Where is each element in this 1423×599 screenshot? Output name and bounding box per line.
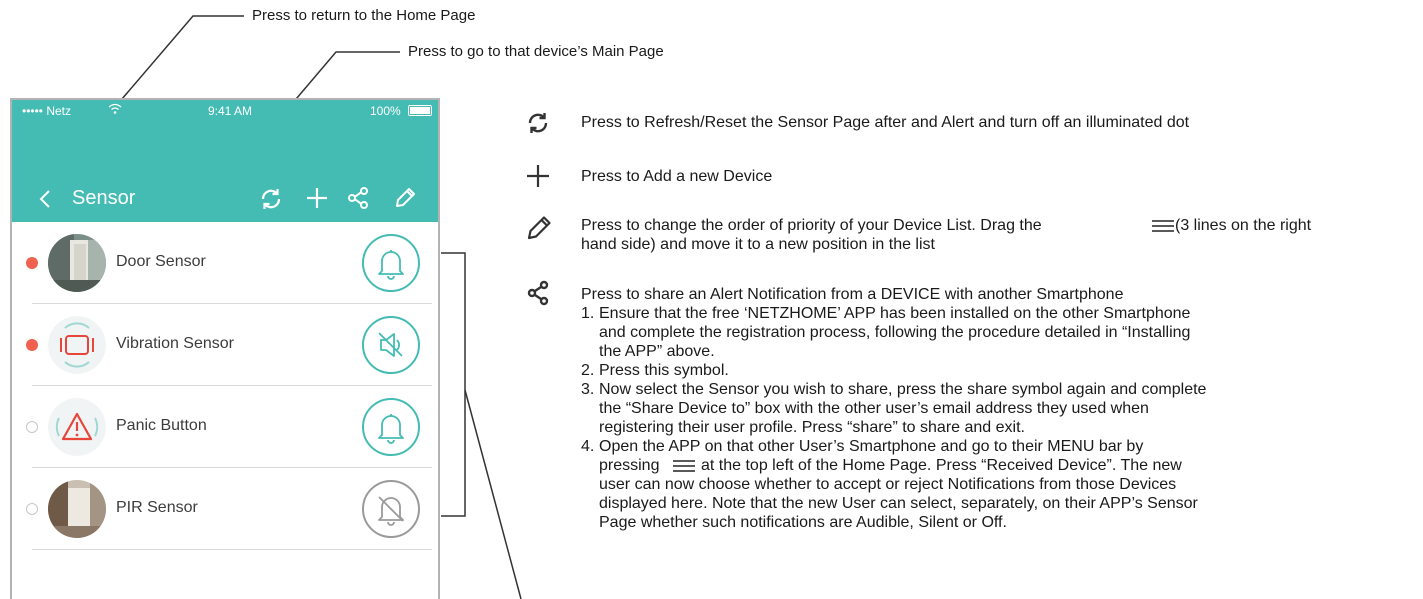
notification-toggle-button[interactable] [362,234,420,292]
step-number: 3. [581,381,595,398]
step-line: and complete the registration process, f… [599,324,1191,341]
legend-edit-text-b: (3 lines on the right [1175,217,1312,234]
back-chevron-icon[interactable] [38,189,52,209]
step-line: Open the APP on that other User’s Smartp… [599,438,1144,455]
speaker-mute-icon [378,332,403,357]
drag-handle-icon [1152,220,1174,232]
share-step-2: 2. Press this symbol. [581,361,1401,380]
vibration-icon [48,316,106,374]
menu-icon [673,460,695,472]
step-line: Page whether such notifications are Audi… [599,514,1007,531]
device-name: Panic Button [116,417,207,434]
door-photo [48,234,106,292]
device-row-door-sensor[interactable]: Door Sensor [12,222,438,304]
alert-dot-active [26,257,38,269]
app-header: ••••• Netz 9:41 AM 100% Sensor [12,100,438,222]
step-line: pressing [599,457,660,474]
share-icon[interactable] [346,186,370,210]
notification-toggle-button[interactable] [362,480,420,538]
bell-off-icon [378,496,404,526]
legend-edit-text-a: Press to change the order of priority of… [581,217,1042,234]
status-battery-text: 100% [370,104,401,118]
legend-refresh-text: Press to Refresh/Reset the Sensor Page a… [581,114,1190,131]
callout-home-page: Press to return to the Home Page [252,7,476,24]
device-row-vibration-sensor[interactable]: Vibration Sensor [12,304,438,386]
edit-pencil-icon [527,216,551,240]
step-line: Ensure that the free ‘NETZHOME’ APP has … [599,305,1191,322]
step-line: the “Share Device to” box with the other… [599,400,1149,417]
phone-screen: ••••• Netz 9:41 AM 100% Sensor Door Sens… [10,98,440,599]
device-name: PIR Sensor [116,499,198,516]
device-name: Door Sensor [116,253,206,270]
step-line: displayed here. Note that the new User c… [599,495,1198,512]
row-divider [32,549,432,550]
legend-share-title: Press to share an Alert Notification fro… [581,286,1124,303]
panic-warning-icon [48,398,106,456]
bell-icon [378,250,404,280]
share-step-3: 3. Now select the Sensor you wish to sha… [581,380,1401,437]
step-line: at the top left of the Home Page. Press … [701,457,1182,474]
device-row-panic-button[interactable]: Panic Button [12,386,438,468]
refresh-icon [528,113,548,133]
battery-icon [408,105,432,116]
step-line: registering their user profile. Press “s… [599,419,1025,436]
status-time: 9:41 AM [208,104,253,118]
alert-dot-active [26,339,38,351]
step-number: 4. [581,438,595,455]
notification-toggle-button[interactable] [362,316,420,374]
legend-add-text: Press to Add a new Device [581,168,773,185]
step-line: Now select the Sensor you wish to share,… [599,381,1207,398]
device-name: Vibration Sensor [116,335,234,352]
share-icon [527,280,549,306]
wifi-icon [108,103,122,114]
alert-dot-inactive [26,421,38,433]
device-row-pir-sensor[interactable]: PIR Sensor [12,468,438,550]
share-step-4: 4. Open the APP on that other User’s Sma… [581,437,1401,532]
step-line: the APP” above. [599,343,715,360]
notification-toggle-button[interactable] [362,398,420,456]
alert-dot-inactive [26,503,38,515]
step-line: user can now choose whether to accept or… [599,476,1177,493]
step-line: Press this symbol. [599,362,729,379]
callout-device-main-page: Press to go to that device’s Main Page [408,43,664,60]
status-carrier: ••••• Netz [22,104,72,118]
refresh-icon[interactable] [258,186,284,212]
step-number: 2. [581,362,595,379]
share-step-1: 1. Ensure that the free ‘NETZHOME’ APP h… [581,304,1401,361]
bell-icon [378,414,404,444]
add-icon [527,165,549,187]
nav-title: Sensor [72,187,136,209]
add-icon[interactable] [305,186,329,210]
edit-pencil-icon[interactable] [392,185,418,211]
hallway-photo [48,480,106,538]
step-number: 1. [581,305,595,322]
legend-edit-text-line2: hand side) and move it to a new position… [581,236,935,253]
